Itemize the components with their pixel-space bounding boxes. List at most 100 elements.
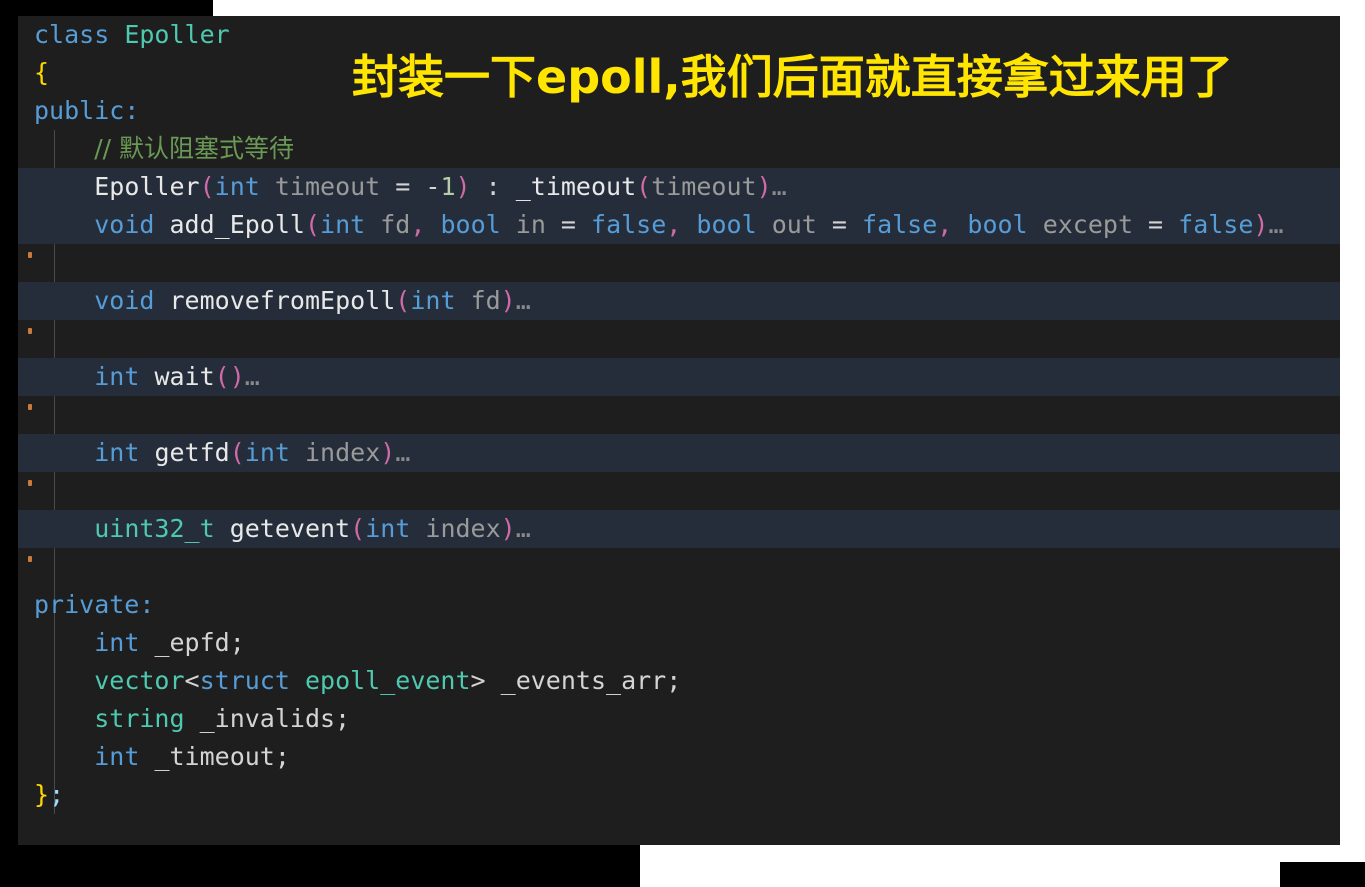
token-operator: = [816, 210, 863, 239]
backdrop-top [0, 0, 213, 16]
token-semicolon: ; [49, 780, 65, 809]
token-keyword: bool [696, 210, 757, 239]
backdrop-bottom [0, 845, 640, 887]
token-paren: ( [304, 210, 321, 239]
token-keyword: false [862, 210, 938, 239]
backdrop-bottom-right [1280, 862, 1365, 887]
fold-ellipsis[interactable]: … [1268, 210, 1283, 239]
token-keyword: bool [967, 210, 1028, 239]
token-operator: = [1133, 210, 1179, 239]
token-member: _invalids; [199, 704, 351, 733]
code-line[interactable]: // 默认阻塞式等待 [18, 130, 1340, 168]
token-paren: ) [756, 172, 772, 201]
token-parameter: in [515, 210, 546, 239]
annotation-text: 封装一下epoll,我们后面就直接拿过来用了 [352, 50, 1233, 104]
token-keyword: int [244, 438, 290, 467]
code-line-folded[interactable]: void removefromEpoll(int fd)… [18, 282, 1340, 320]
token-parameter: timeout [274, 172, 381, 201]
token-operator: : [470, 172, 516, 201]
token-paren: ) [380, 438, 396, 467]
code-line-blank[interactable] [18, 244, 1340, 282]
fold-ellipsis[interactable]: … [772, 172, 787, 201]
token-keyword: false [591, 210, 667, 239]
code-line[interactable]: int _timeout; [18, 738, 1340, 776]
screenshot-root: class Epoller { public: // 默认阻塞式等待 Epoll… [0, 0, 1365, 887]
code-line-blank[interactable] [18, 472, 1340, 510]
code-line[interactable]: int _epfd; [18, 624, 1340, 662]
token-paren: ( [199, 172, 215, 201]
token-keyword: int [94, 742, 140, 771]
token-type: Epoller [124, 20, 230, 49]
token-type: epoll_event [304, 666, 471, 695]
code-line-blank[interactable] [18, 320, 1340, 358]
token-operator: > [470, 666, 501, 695]
token-paren: ) [1253, 210, 1269, 239]
token-paren: ( [350, 514, 366, 543]
code-line[interactable]: vector<struct epoll_event> _events_arr; [18, 662, 1340, 700]
token-brace: } [34, 780, 50, 809]
code-line[interactable]: }; [18, 776, 1340, 814]
code-line-blank[interactable] [18, 548, 1340, 586]
token-keyword: int [320, 210, 366, 239]
code-line-folded[interactable]: Epoller(int timeout = -1) : _timeout(tim… [18, 168, 1340, 206]
token-parameter: index [304, 438, 381, 467]
code-line-folded[interactable]: int getfd(int index)… [18, 434, 1340, 472]
token-type: uint32_t [94, 514, 215, 543]
token-member: _timeout; [154, 742, 290, 771]
token-parameter: index [425, 514, 501, 543]
token-access-specifier: private: [34, 590, 155, 619]
token-function: getevent [229, 514, 351, 543]
token-keyword: int [365, 514, 411, 543]
token-paren: ) [500, 514, 516, 543]
code-line[interactable]: string _invalids; [18, 700, 1340, 738]
token-function: getfd [154, 438, 230, 467]
fold-ellipsis[interactable]: … [516, 286, 531, 315]
token-paren: ) [500, 286, 516, 315]
token-member: _events_arr; [500, 666, 682, 695]
fold-ellipsis[interactable]: … [395, 438, 410, 467]
token-paren: ( [229, 438, 245, 467]
code-line-folded[interactable]: int wait()… [18, 358, 1340, 396]
token-paren: ( [636, 172, 652, 201]
token-paren: ( [214, 362, 230, 391]
code-editor-window[interactable]: class Epoller { public: // 默认阻塞式等待 Epoll… [18, 16, 1340, 845]
code-line-folded[interactable]: uint32_t getevent(int index)… [18, 510, 1340, 548]
token-number: 1 [440, 172, 456, 201]
token-access-specifier: public: [34, 96, 140, 125]
token-parameter: fd [380, 210, 411, 239]
token-keyword: class [34, 20, 110, 49]
token-brace: { [34, 58, 50, 87]
token-type: vector [94, 666, 185, 695]
code-line[interactable]: private: [18, 586, 1340, 624]
token-member: _epfd; [154, 628, 245, 657]
token-parameter: timeout [651, 172, 757, 201]
token-member: _timeout [515, 172, 637, 201]
token-keyword: struct [199, 666, 290, 695]
token-comment: // 默认阻塞式等待 [94, 134, 295, 163]
fold-ellipsis[interactable]: … [516, 514, 531, 543]
token-operator: = [380, 172, 426, 201]
token-paren: ) [455, 172, 471, 201]
token-keyword: int [94, 362, 140, 391]
token-paren: ) [229, 362, 245, 391]
token-parameter: out [771, 210, 817, 239]
token-function: add_Epoll [169, 210, 305, 239]
code-line-blank[interactable] [18, 396, 1340, 434]
token-keyword: int [94, 438, 140, 467]
token-operator: < [184, 666, 200, 695]
code-line[interactable]: class Epoller [18, 16, 1340, 54]
token-keyword: bool [440, 210, 501, 239]
token-keyword: int [410, 286, 456, 315]
token-keyword: int [94, 628, 140, 657]
token-parameter: fd [470, 286, 501, 315]
token-operator: = [545, 210, 592, 239]
token-function: wait [154, 362, 215, 391]
fold-ellipsis[interactable]: … [245, 362, 260, 391]
code-line-folded[interactable]: void add_Epoll(int fd, bool in = false, … [18, 206, 1340, 244]
token-paren: ( [395, 286, 411, 315]
code-content[interactable]: class Epoller { public: // 默认阻塞式等待 Epoll… [18, 16, 1340, 845]
token-parameter: except [1042, 210, 1133, 239]
token-keyword: void [94, 286, 155, 315]
token-keyword: int [214, 172, 260, 201]
token-function: Epoller [94, 172, 200, 201]
